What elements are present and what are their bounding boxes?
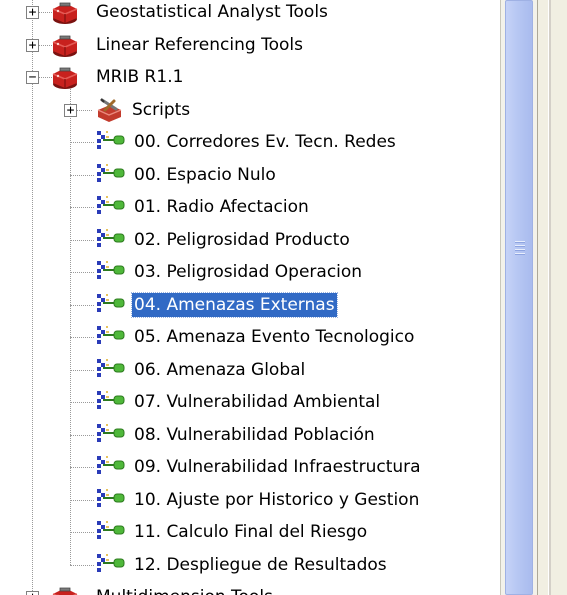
tree-connector-line [70, 467, 94, 468]
script-tool-item-label[interactable]: 07. Vulnerabilidad Ambiental [132, 390, 382, 414]
toolbox-icon [50, 64, 78, 90]
script-tool-item-label[interactable]: 04. Amenazas Externas [131, 291, 338, 318]
script-tool-item-label[interactable]: 11. Calculo Final del Riesgo [132, 520, 369, 544]
expand-icon[interactable]: + [26, 38, 39, 52]
tree-connector-line [70, 272, 94, 273]
tree-connector-line [32, 0, 33, 595]
script-tool-icon [94, 129, 125, 155]
tree-connector-line [70, 532, 94, 533]
tree-connector-line [70, 369, 94, 371]
toolbox-item-label[interactable]: Geostatistical Analyst Tools [94, 0, 330, 24]
toolbox-icon [50, 32, 78, 58]
script-tool-item-label[interactable]: 08. Vulnerabilidad Población [132, 423, 377, 447]
script-tool-item-label[interactable]: 09. Vulnerabilidad Infraestructura [132, 455, 423, 479]
toolset-item-label[interactable]: Scripts [130, 98, 192, 122]
expand-icon[interactable]: + [64, 103, 77, 117]
tree-connector-line [70, 564, 94, 566]
vertical-scrollbar[interactable] [500, 0, 537, 595]
script-tool-item-label[interactable]: 05. Amenaza Evento Tecnologico [132, 325, 416, 349]
tree-connector-line [70, 174, 94, 176]
tree-connector-line [70, 499, 94, 501]
script-tool-item-label[interactable]: 02. Peligrosidad Producto [132, 228, 352, 252]
scrollbar-grip-icon [515, 241, 525, 255]
script-tool-item-label[interactable]: 03. Peligrosidad Operacion [132, 260, 364, 284]
expand-icon[interactable]: + [26, 591, 39, 595]
script-tool-icon [94, 552, 125, 578]
script-tool-icon [94, 357, 125, 383]
script-tool-icon [94, 292, 125, 318]
script-tool-item-label[interactable]: 00. Espacio Nulo [132, 163, 278, 187]
script-tool-icon [94, 487, 125, 513]
script-tool-icon [94, 227, 125, 253]
toolbox-icon [50, 584, 78, 595]
tree-connector-line [70, 207, 94, 208]
window-frame-right [537, 0, 567, 595]
script-tool-icon [94, 389, 125, 415]
script-tool-icon [94, 162, 125, 188]
script-tool-icon [94, 259, 125, 285]
script-tool-icon [94, 454, 125, 480]
script-tool-item-label[interactable]: 06. Amenaza Global [132, 358, 307, 382]
script-tool-item-label[interactable]: 01. Radio Afectacion [132, 195, 311, 219]
toolbox-icon [50, 0, 78, 25]
toolbox-item-label[interactable]: Multidimension Tools [94, 585, 275, 595]
tree-connector-line [70, 304, 94, 306]
collapse-icon[interactable]: − [26, 71, 39, 84]
toolbox-tree[interactable]: + Geostatistical Analyst Tools + Linear R… [0, 0, 500, 595]
scrollbar-thumb[interactable] [505, 0, 533, 595]
script-tool-item-label[interactable]: 10. Ajuste por Historico y Gestion [132, 488, 421, 512]
toolbox-item-label[interactable]: MRIB R1.1 [94, 65, 185, 89]
script-tool-icon [94, 519, 125, 545]
script-tool-icon [94, 324, 125, 350]
toolset-icon [94, 97, 122, 123]
script-tool-icon [94, 422, 125, 448]
tree-connector-line [70, 337, 94, 338]
script-tool-item-label[interactable]: 00. Corredores Ev. Tecn. Redes [132, 130, 398, 154]
tree-connector-line [70, 239, 94, 241]
tree-connector-line [70, 434, 94, 436]
expand-icon[interactable]: + [26, 6, 39, 19]
script-tool-item-label[interactable]: 12. Despliegue de Resultados [132, 553, 389, 577]
tree-connector-line [70, 402, 94, 403]
tree-connector-line [70, 142, 94, 143]
script-tool-icon [94, 194, 125, 220]
toolbox-item-label[interactable]: Linear Referencing Tools [94, 33, 305, 57]
